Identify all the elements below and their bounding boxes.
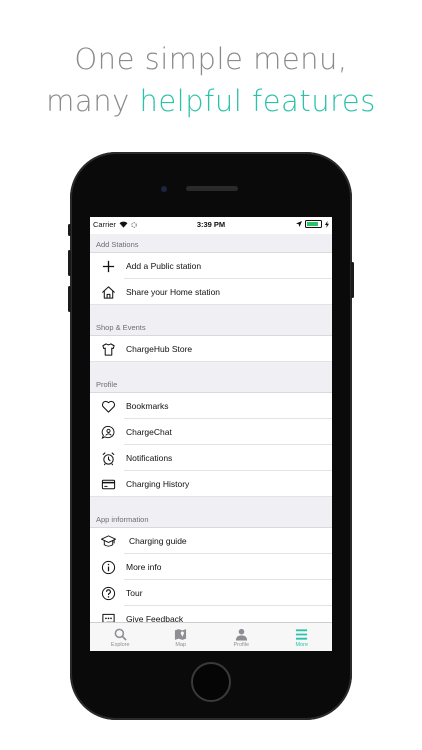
menu-item-add-public-station[interactable]: Add a Public station [90, 253, 332, 279]
menu-item-more-info[interactable]: More info [90, 554, 332, 580]
menu-item-notifications[interactable]: Notifications [90, 445, 332, 471]
power-button [351, 262, 354, 298]
menu-item-label: Notifications [126, 453, 173, 463]
menu-item-bookmarks[interactable]: Bookmarks [90, 393, 332, 419]
menu-item-label: Add a Public station [126, 261, 202, 271]
alarm-clock-icon [100, 450, 116, 466]
chat-user-icon [100, 424, 116, 440]
search-icon [114, 628, 127, 641]
tab-more[interactable]: More [272, 623, 333, 651]
menu-item-tour[interactable]: Tour [90, 580, 332, 606]
menu-item-label: ChargeHub Store [126, 344, 193, 354]
menu-item-label: Share your Home station [126, 287, 221, 297]
front-camera [161, 186, 167, 192]
menu-item-label: More info [126, 562, 162, 572]
headline-accent: helpful features [139, 84, 376, 118]
menu-item-label: ChargeChat [126, 427, 172, 437]
menu-item-label: Bookmarks [126, 401, 169, 411]
question-icon [100, 585, 116, 601]
tab-label: Explore [110, 641, 130, 648]
section-header-app-information: App information [90, 497, 332, 528]
volume-up-button [68, 250, 71, 276]
credit-card-icon [100, 476, 116, 492]
section-header-shop-events: Shop & Events [90, 305, 332, 336]
home-icon [100, 284, 116, 300]
tab-map[interactable]: Map [151, 623, 212, 651]
menu-item-chargechat[interactable]: ChargeChat [90, 419, 332, 445]
map-icon [175, 628, 187, 640]
graduation-cap-icon [100, 533, 116, 549]
tab-profile[interactable]: Profile [211, 623, 272, 651]
menu-icon [296, 628, 308, 640]
heart-icon [100, 398, 116, 414]
home-button[interactable] [191, 662, 231, 702]
menu-item-charging-guide[interactable]: Charging guide [90, 528, 332, 554]
headline-plain: many [46, 84, 140, 118]
menu-item-label: Charging guide [129, 536, 187, 546]
section-header-add-stations: Add Stations [90, 234, 332, 253]
battery-icon [305, 220, 322, 228]
tab-label: Map [175, 641, 187, 648]
status-bar: Carrier 3:39 PM [90, 217, 332, 233]
menu-item-label: Tour [126, 588, 143, 598]
tshirt-icon [100, 341, 116, 357]
info-icon [100, 559, 116, 575]
mute-switch [68, 224, 71, 236]
menu-item-label: Charging History [126, 479, 190, 489]
headline-line-2: many helpful features [0, 84, 422, 118]
headline-line-1: One simple menu, [74, 42, 348, 76]
phone-screen: Carrier 3:39 PM Add Stations Add a Publi… [90, 217, 332, 651]
profile-icon [235, 628, 247, 641]
volume-down-button [68, 286, 71, 312]
plus-icon [100, 258, 116, 274]
location-arrow-icon [296, 221, 302, 227]
section-header-profile: Profile [90, 362, 332, 393]
tab-label: More [295, 641, 309, 648]
menu-item-share-home-station[interactable]: Share your Home station [90, 279, 332, 305]
tab-explore[interactable]: Explore [90, 623, 151, 651]
menu-item-charging-history[interactable]: Charging History [90, 471, 332, 497]
tab-label: Profile [233, 641, 250, 648]
charging-bolt-icon [325, 220, 329, 228]
menu-list: Add Stations Add a Public station Share … [90, 234, 332, 632]
menu-item-chargehub-store[interactable]: ChargeHub Store [90, 336, 332, 362]
tab-bar: Explore Map Profile More [90, 622, 332, 651]
earpiece-speaker [186, 186, 238, 191]
